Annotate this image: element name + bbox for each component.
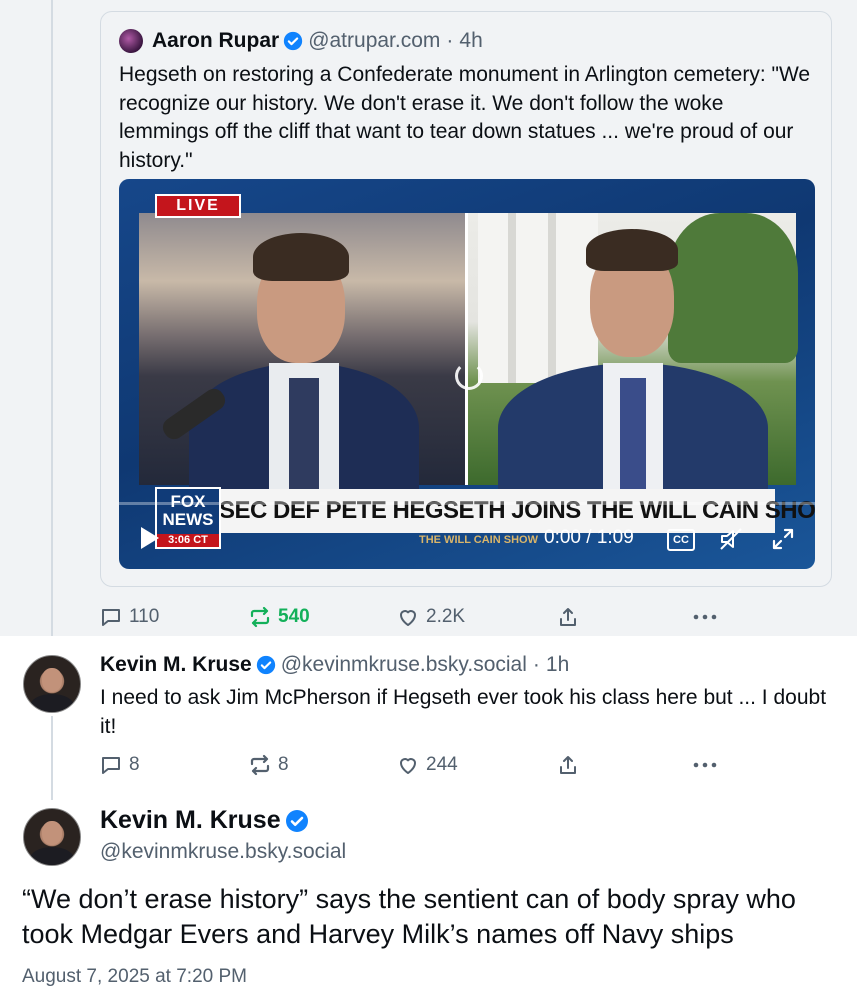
repost-icon — [250, 606, 270, 628]
like-button[interactable]: 244 — [396, 753, 458, 777]
verified-badge-icon — [284, 31, 303, 51]
like-count: 244 — [426, 754, 458, 775]
reply-count: 110 — [129, 606, 160, 627]
post-age: 1h — [545, 653, 570, 676]
quoted-post-header: Aaron Rupar @atrupar.com · 4h — [119, 29, 483, 53]
more-options-icon[interactable] — [692, 608, 718, 626]
repost-count: 8 — [278, 754, 289, 775]
captions-button[interactable]: CC — [667, 529, 695, 551]
separator-dot: · — [532, 653, 540, 676]
network-logo-text: FOX NEWS — [162, 492, 214, 529]
quoted-post-card[interactable]: Aaron Rupar @atrupar.com · 4h Hegseth on… — [100, 11, 832, 587]
repost-count: 540 — [278, 606, 310, 627]
reply-button[interactable]: 110 — [99, 605, 159, 629]
video-left-panel — [139, 213, 468, 493]
reply-post-header: Kevin M. Kruse @kevinmkruse.bsky.social … — [100, 653, 569, 677]
captions-icon: CC — [673, 534, 689, 546]
quoted-post-text: Hegseth on restoring a Confederate monum… — [119, 63, 811, 172]
video-player[interactable]: LIVE SEC DEF PETE HEGSETH JOINS THE WILL… — [119, 179, 815, 569]
repost-button[interactable]: 540 — [248, 605, 310, 629]
author-handle[interactable]: @kevinmkruse.bsky.social — [100, 840, 346, 864]
verified-badge-icon — [285, 809, 308, 832]
separator-dot: · — [446, 29, 454, 52]
share-icon[interactable] — [556, 605, 580, 629]
author-handle[interactable]: @kevinmkruse.bsky.social — [281, 653, 527, 677]
like-count: 2.2K — [426, 606, 466, 627]
author-name[interactable]: Aaron Rupar — [152, 29, 279, 53]
reply-icon — [102, 609, 120, 626]
heart-icon — [400, 758, 416, 774]
video-right-panel — [468, 213, 798, 493]
reply-post-text: I need to ask Jim McPherson if Hegseth e… — [100, 686, 827, 738]
mute-icon[interactable] — [719, 527, 745, 551]
avatar[interactable] — [23, 655, 81, 713]
live-badge: LIVE — [155, 194, 241, 218]
main-post-author: Kevin M. Kruse — [100, 806, 314, 835]
network-logo: FOX NEWS 3:06 CT — [155, 487, 221, 549]
author-name[interactable]: Kevin M. Kruse — [100, 653, 252, 677]
avatar[interactable] — [23, 808, 81, 866]
video-progress-bar[interactable] — [119, 502, 815, 505]
avatar[interactable] — [119, 29, 143, 53]
thread-line — [51, 0, 53, 636]
share-icon[interactable] — [556, 753, 580, 777]
like-button[interactable]: 2.2K — [396, 605, 465, 629]
reply-button[interactable]: 8 — [99, 753, 140, 777]
repost-button[interactable]: 8 — [248, 753, 289, 777]
verified-badge-icon — [256, 655, 275, 675]
loading-spinner-icon — [455, 362, 483, 390]
main-post-text: “We don’t erase history” says the sentie… — [22, 884, 796, 949]
post-age: 4h — [459, 29, 483, 52]
chyron: SEC DEF PETE HEGSETH JOINS THE WILL CAIN… — [219, 489, 815, 533]
author-name[interactable]: Kevin M. Kruse — [100, 806, 281, 835]
more-options-icon[interactable] — [692, 756, 718, 774]
thread-line — [51, 716, 53, 800]
network-time: 3:06 CT — [157, 534, 219, 547]
reply-icon — [102, 757, 120, 774]
reply-count: 8 — [129, 754, 140, 775]
author-handle[interactable]: @atrupar.com — [308, 29, 440, 53]
post-timestamp[interactable]: August 7, 2025 at 7:20 PM — [22, 966, 247, 988]
fullscreen-icon[interactable] — [771, 527, 795, 551]
heart-icon — [400, 610, 416, 626]
repost-icon — [250, 754, 270, 776]
video-time: 0:00 / 1:09 — [544, 527, 634, 548]
show-name: THE WILL CAIN SHOW — [419, 534, 538, 546]
play-icon[interactable] — [141, 527, 159, 549]
